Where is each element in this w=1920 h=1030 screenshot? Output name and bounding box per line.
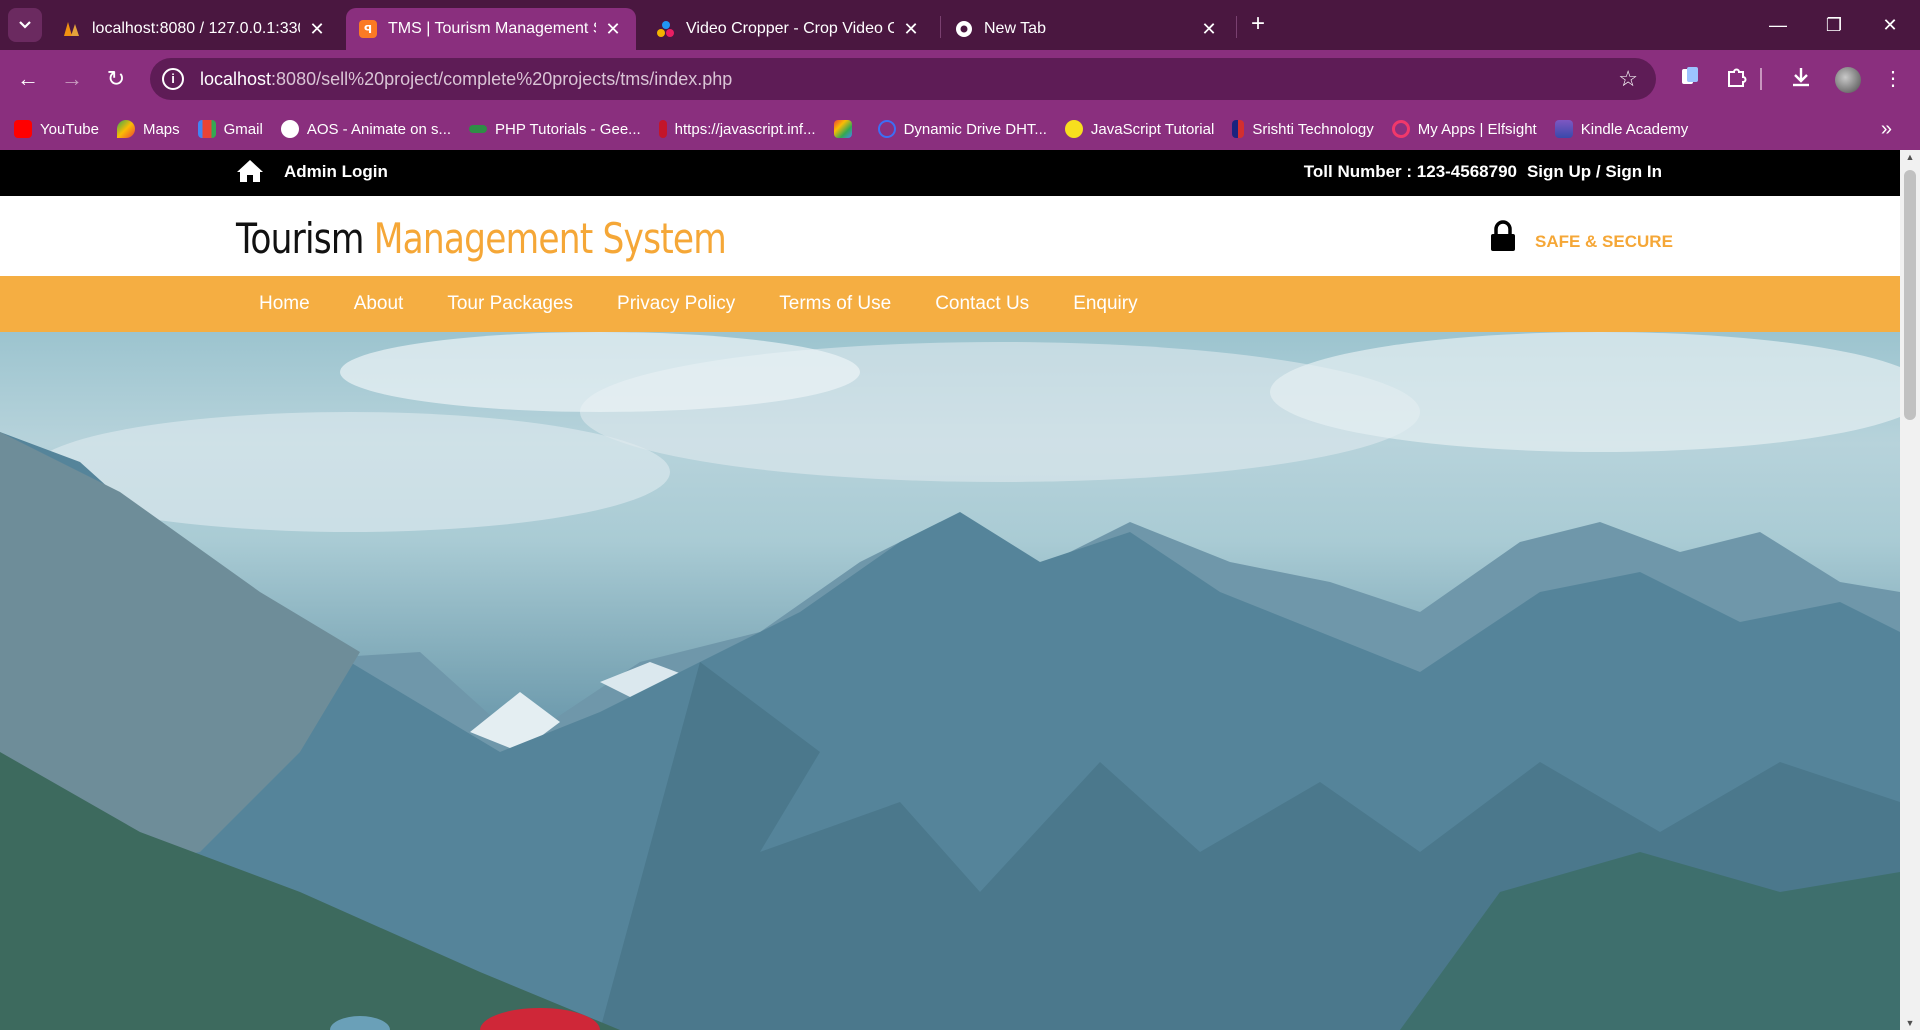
tab-title: TMS | Tourism Management System <box>388 20 596 37</box>
scroll-down-arrow-icon[interactable]: ▼ <box>1900 1018 1920 1028</box>
chrome-icon <box>954 19 974 39</box>
browser-tab-strip: localhost:8080 / 127.0.0.1:3307 ✕ ꟼ TMS … <box>0 0 1920 50</box>
tab-tms[interactable]: ꟼ TMS | Tourism Management System ✕ <box>346 8 636 50</box>
hero-banner-image <box>0 332 1900 1030</box>
bookmark-elfsight[interactable]: My Apps | Elfsight <box>1391 120 1537 138</box>
chevron-down-icon <box>19 21 31 29</box>
geeksforgeeks-icon <box>469 125 488 133</box>
xampp-icon: ꟼ <box>358 19 378 39</box>
tab-separator <box>940 16 941 38</box>
tab-video-cropper[interactable]: Video Cropper - Crop Video Online ✕ <box>644 8 934 50</box>
more-bookmarks-icon[interactable]: » <box>1881 118 1892 141</box>
kindle-academy-icon <box>1554 120 1573 138</box>
page-viewport: Admin Login Toll Number : 123-4568790 Si… <box>0 150 1900 1030</box>
tab-title: New Tab <box>984 20 1046 37</box>
nav-about[interactable]: About <box>354 293 404 315</box>
globe-icon <box>280 120 299 138</box>
close-tab-icon[interactable]: ✕ <box>1198 19 1220 40</box>
tab-phpmyadmin[interactable]: localhost:8080 / 127.0.0.1:3307 ✕ <box>50 8 340 50</box>
site-header: Tourism Management System SAFE & SECURE <box>0 196 1900 276</box>
address-bar[interactable]: i localhost:8080/sell%20project/complete… <box>150 58 1656 100</box>
site-logo[interactable]: Tourism Management System <box>236 214 727 263</box>
restore-button[interactable]: ❐ <box>1814 10 1854 40</box>
javascript-info-icon <box>658 120 667 138</box>
bookmark-gmail[interactable]: Gmail <box>197 120 263 138</box>
back-button[interactable]: ← <box>12 63 44 95</box>
tab-title: localhost:8080 / 127.0.0.1:3307 <box>92 20 300 37</box>
reload-button[interactable]: ↻ <box>100 63 132 95</box>
site-info-icon[interactable]: i <box>162 68 184 90</box>
scrollbar-thumb[interactable] <box>1904 170 1916 420</box>
toolbar-divider <box>1760 68 1762 90</box>
home-icon[interactable] <box>236 158 264 184</box>
bookmarks-bar: YouTube Maps Gmail AOS - Animate on s...… <box>0 108 1920 150</box>
nav-terms-of-use[interactable]: Terms of Use <box>779 293 891 315</box>
extensions-icon[interactable] <box>1723 66 1749 92</box>
bookmark-dynamic-drive[interactable]: Dynamic Drive DHT... <box>877 120 1047 138</box>
close-window-button[interactable]: ✕ <box>1870 10 1910 40</box>
nav-home[interactable]: Home <box>259 293 310 315</box>
bookmark-maps[interactable]: Maps <box>116 120 180 138</box>
close-tab-icon[interactable]: ✕ <box>306 19 328 40</box>
admin-login-link[interactable]: Admin Login <box>284 162 388 182</box>
elfsight-icon <box>1391 120 1410 138</box>
site-top-bar: Admin Login Toll Number : 123-4568790 Si… <box>0 150 1900 196</box>
profile-avatar[interactable] <box>1835 67 1861 93</box>
bookmark-colorful[interactable] <box>833 120 860 138</box>
close-tab-icon[interactable]: ✕ <box>602 19 624 40</box>
scroll-up-arrow-icon[interactable]: ▲ <box>1900 152 1920 162</box>
bookmark-youtube[interactable]: YouTube <box>14 120 99 138</box>
youtube-icon <box>14 120 32 138</box>
svg-text:ꟼ: ꟼ <box>364 23 372 36</box>
gmail-icon <box>197 120 216 138</box>
logo-part1: Tourism <box>236 214 364 263</box>
toll-number: Toll Number : 123-4568790 <box>1303 162 1517 181</box>
lock-icon <box>1490 220 1516 252</box>
bookmark-kindle-academy[interactable]: Kindle Academy <box>1554 120 1688 138</box>
browser-toolbar: ← → ↻ i localhost:8080/sell%20project/co… <box>0 50 1920 108</box>
bookmark-srishti[interactable]: Srishti Technology <box>1232 120 1374 138</box>
page-scrollbar[interactable]: ▲ ▼ <box>1900 150 1920 1030</box>
kebab-menu-icon[interactable]: ⋮ <box>1880 66 1906 92</box>
nav-enquiry[interactable]: Enquiry <box>1073 293 1137 315</box>
close-tab-icon[interactable]: ✕ <box>900 19 922 40</box>
mountain-landscape-image <box>0 332 1900 1030</box>
tab-title: Video Cropper - Crop Video Online <box>686 20 894 37</box>
reading-list-icon[interactable] <box>1677 66 1703 92</box>
tab-new-tab[interactable]: New Tab ✕ <box>942 8 1232 50</box>
new-tab-button[interactable]: + <box>1245 12 1271 38</box>
phpmyadmin-icon <box>62 19 82 39</box>
logo-part2: Management System <box>373 214 727 263</box>
javascript-icon <box>1064 120 1083 138</box>
download-icon[interactable] <box>1788 66 1814 92</box>
bookmark-php-tutorials[interactable]: PHP Tutorials - Gee... <box>469 121 641 138</box>
bookmark-javascript-tutorial[interactable]: JavaScript Tutorial <box>1064 120 1214 138</box>
nav-tour-packages[interactable]: Tour Packages <box>447 293 573 315</box>
colorful-app-icon <box>833 120 852 138</box>
minimize-button[interactable]: — <box>1758 10 1798 40</box>
tab-separator <box>1236 16 1237 38</box>
nav-contact-us[interactable]: Contact Us <box>935 293 1029 315</box>
dynamic-drive-icon <box>877 120 896 138</box>
bookmark-star-icon[interactable]: ☆ <box>1618 66 1638 92</box>
nav-privacy-policy[interactable]: Privacy Policy <box>617 293 735 315</box>
bookmark-aos[interactable]: AOS - Animate on s... <box>280 120 451 138</box>
bookmark-javascript-info[interactable]: https://javascript.inf... <box>658 120 816 138</box>
tab-search-button[interactable] <box>8 8 42 42</box>
signup-signin-link[interactable]: Sign Up / Sign In <box>1527 162 1662 182</box>
main-nav: Home About Tour Packages Privacy Policy … <box>0 276 1900 332</box>
srishti-icon <box>1232 120 1245 138</box>
safe-secure-label: SAFE & SECURE <box>1535 232 1673 251</box>
url-text[interactable]: localhost:8080/sell%20project/complete%2… <box>200 69 732 90</box>
maps-icon <box>116 120 135 138</box>
forward-button[interactable]: → <box>56 63 88 95</box>
video-cropper-icon <box>656 19 676 39</box>
